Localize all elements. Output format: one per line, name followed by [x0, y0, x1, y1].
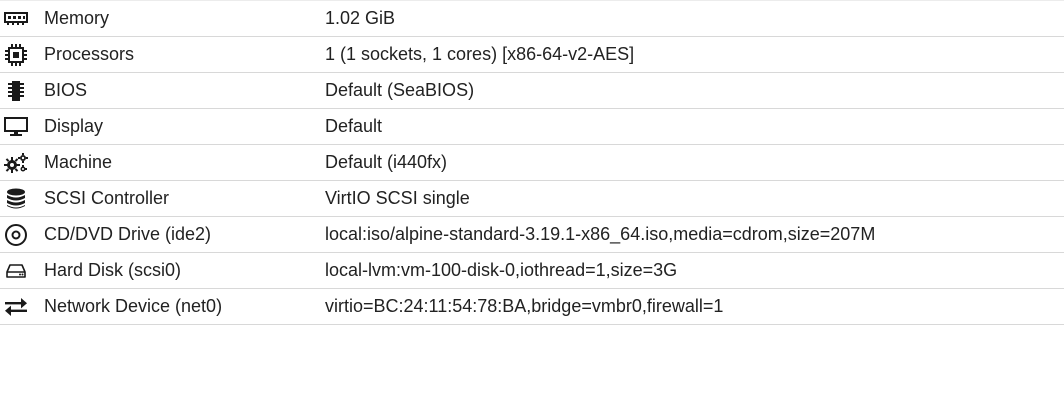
network-exchange-icon	[0, 289, 32, 325]
hardware-key: Processors	[44, 44, 135, 64]
database-icon	[0, 181, 32, 217]
hardware-value: VirtIO SCSI single	[325, 188, 470, 208]
hardware-key: SCSI Controller	[44, 188, 170, 208]
hardware-value: local-lvm:vm-100-disk-0,iothread=1,size=…	[325, 260, 678, 280]
hardware-grid: Memory 1.02 GiB Processors 1 (1 sockets,…	[0, 0, 1064, 325]
hardware-row-display[interactable]: Display Default	[0, 109, 1064, 145]
hardware-key: Memory	[44, 8, 110, 28]
hardware-key: Network Device (net0)	[44, 296, 223, 316]
hardware-value: Default (i440fx)	[325, 152, 448, 172]
hardware-key: CD/DVD Drive (ide2)	[44, 224, 212, 244]
hardware-row-machine[interactable]: Machine Default (i440fx)	[0, 145, 1064, 181]
hardware-value: Default	[325, 116, 383, 136]
hardware-value: virtio=BC:24:11:54:78:BA,bridge=vmbr0,fi…	[325, 296, 724, 316]
memory-icon	[0, 1, 32, 37]
processor-icon	[0, 37, 32, 73]
hardware-row-memory[interactable]: Memory 1.02 GiB	[0, 1, 1064, 37]
cdrom-icon	[0, 217, 32, 253]
hardware-value: 1.02 GiB	[325, 8, 396, 28]
hardware-key: Hard Disk (scsi0)	[44, 260, 182, 280]
bios-chip-icon	[0, 73, 32, 109]
hardware-row-cd-dvd-drive[interactable]: CD/DVD Drive (ide2) local:iso/alpine-sta…	[0, 217, 1064, 253]
monitor-icon	[0, 109, 32, 145]
hardware-key: Display	[44, 116, 104, 136]
hardware-key: Machine	[44, 152, 113, 172]
hardware-value: Default (SeaBIOS)	[325, 80, 475, 100]
hardware-value: local:iso/alpine-standard-3.19.1-x86_64.…	[325, 224, 876, 244]
hardware-key: BIOS	[44, 80, 88, 100]
hardware-value: 1 (1 sockets, 1 cores) [x86-64-v2-AES]	[325, 44, 635, 64]
cogs-icon	[0, 145, 32, 181]
hardware-row-scsi-controller[interactable]: SCSI Controller VirtIO SCSI single	[0, 181, 1064, 217]
hardware-row-hard-disk[interactable]: Hard Disk (scsi0) local-lvm:vm-100-disk-…	[0, 253, 1064, 289]
hardware-row-processors[interactable]: Processors 1 (1 sockets, 1 cores) [x86-6…	[0, 37, 1064, 73]
hard-disk-icon	[0, 253, 32, 289]
hardware-row-bios[interactable]: BIOS Default (SeaBIOS)	[0, 73, 1064, 109]
hardware-row-network-device[interactable]: Network Device (net0) virtio=BC:24:11:54…	[0, 289, 1064, 325]
